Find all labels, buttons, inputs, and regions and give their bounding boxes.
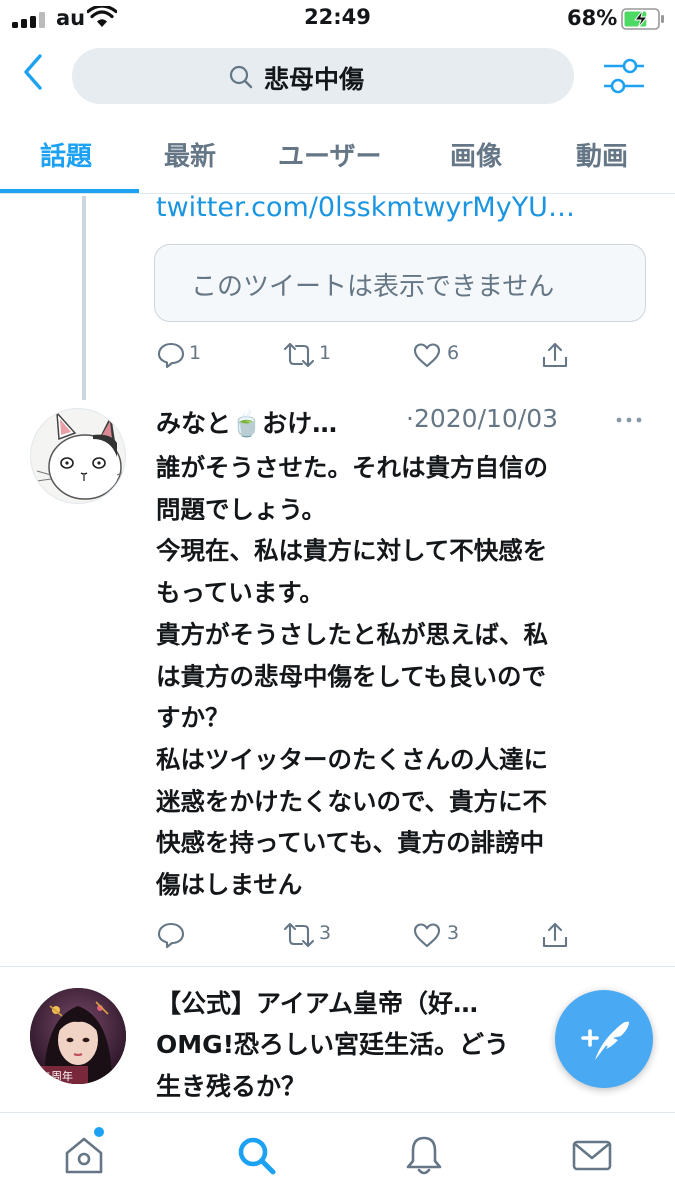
tweet-divider [0,966,675,967]
tweet-text-line: 問題でしょう。 [156,494,327,524]
tweet-text-line: もっています。 [156,578,324,608]
notifications-bell-icon[interactable] [402,1133,446,1177]
reply-button[interactable] [156,918,216,954]
reply-icon [157,342,185,369]
tweet-text-line: 貴方がそうさしたと私が思えば、私 [156,619,548,649]
tweet-text-line: 生き残るか？ [156,1072,307,1101]
compose-tweet-button[interactable] [555,990,653,1088]
tweet-text-line: 快感を持っていても、貴方の誹謗中 [156,828,545,858]
tab-latest[interactable]: 最新 [164,136,216,173]
compose-feather-icon [581,1021,629,1063]
tweet-text-line: は貴方の悲母中傷をしても良いので [156,661,547,691]
quote-unavailable-text: このツイートは表示できません [191,272,555,302]
home-icon[interactable] [62,1133,106,1177]
share-icon [542,342,568,368]
empress-avatar-image: 二周年 [30,988,126,1084]
tweet-text-line: すか？ [156,703,230,733]
active-tab-indicator [0,189,139,193]
promo-author-name[interactable]: 【公式】アイアム皇帝（好… [156,984,478,1020]
search-header: 悲母中傷 [0,38,675,114]
like-button[interactable]: 6 [412,338,482,374]
tweet-text: 誰がそうさせた。それは貴方自信の 問題でしょう。 今現在、私は貴方に対して不快感… [156,447,646,906]
back-chevron-icon[interactable] [20,52,48,92]
tweet-actions: 3 3 [156,918,596,954]
share-icon [542,922,568,948]
tweet-text-line: 傷はしません [156,870,303,900]
retweet-button[interactable]: 3 [282,918,362,954]
status-bar: au 22:49 68% [0,0,675,38]
tweet-text-line: OMG!恐ろしい宮廷生活。どう [156,1030,510,1059]
tweet-link[interactable]: twitter.com/0lsskmtwyrMyYU… [156,192,575,223]
avatar-badge-text: 二周年 [40,1069,73,1083]
thread-line [82,196,86,400]
search-input[interactable]: 悲母中傷 [72,48,574,104]
battery-charging-icon [621,8,664,30]
promo-tweet-text: OMG!恐ろしい宮廷生活。どう 生き残るか？ [156,1024,509,1108]
tweet-text-line: 誰がそうさせた。それは貴方自信の [156,453,548,482]
tab-trending[interactable]: 話題 [40,136,92,173]
tweet-date[interactable]: ·2020/10/03 [406,404,558,433]
tweet-header: みなと🍵おけ… ·2020/10/03 [156,404,656,444]
heart-icon [413,923,441,948]
reply-button[interactable]: 1 [156,338,216,374]
share-button[interactable] [540,338,574,374]
tweet-text-line: 迷惑をかけたくないので、貴方に不 [156,786,548,816]
more-options-icon[interactable] [614,410,644,430]
retweet-count: 3 [319,922,332,944]
retweet-icon [283,342,315,368]
search-tabs: 話題 最新 ユーザー 画像 動画 [0,126,675,194]
tweet-text-line: 今現在、私は貴方に対して不快感を [156,536,548,566]
retweet-count: 1 [319,342,332,364]
quoted-tweet-unavailable-card[interactable]: このツイートは表示できません [154,244,646,322]
heart-icon [413,343,441,368]
messages-mail-icon[interactable] [570,1133,614,1177]
like-count: 6 [447,342,460,364]
author-name[interactable]: みなと🍵おけ… [156,404,337,440]
promo-avatar[interactable]: 二周年 [30,988,126,1084]
home-new-content-dot [94,1127,104,1137]
bottom-tab-bar [0,1112,675,1200]
battery-percent: 68% [567,6,618,30]
white-cat-avatar-image [36,410,125,500]
tweet-actions: 1 1 6 [156,338,596,374]
like-button[interactable]: 3 [412,918,482,954]
search-query: 悲母中傷 [264,65,365,94]
reply-icon [157,922,185,949]
search-icon [229,65,253,89]
search-icon[interactable] [234,1133,278,1177]
tab-images[interactable]: 画像 [450,136,502,173]
share-button[interactable] [540,918,574,954]
tweet-text-line: 私はツイッターのたくさんの人達に [156,744,548,774]
reply-count: 1 [189,342,202,364]
retweet-icon [283,922,315,948]
search-filter-sliders-icon[interactable] [602,56,646,96]
like-count: 3 [447,922,460,944]
avatar[interactable] [30,408,126,504]
retweet-button[interactable]: 1 [282,338,362,374]
tab-videos[interactable]: 動画 [576,136,628,173]
tab-users[interactable]: ユーザー [278,136,381,173]
